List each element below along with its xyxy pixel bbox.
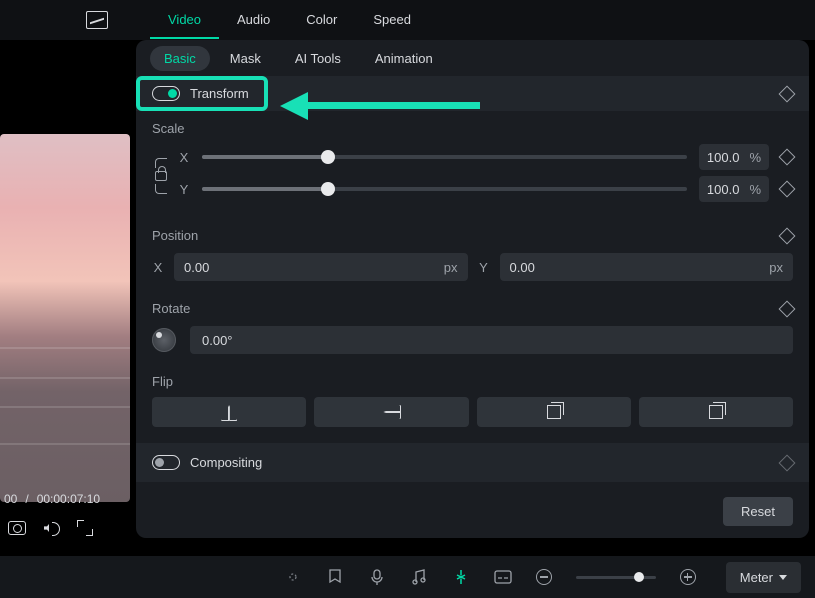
transform-section-header: Transform — [136, 76, 809, 111]
scale-x-value[interactable]: 100.0% — [699, 144, 769, 170]
scale-lock[interactable] — [152, 158, 170, 194]
flip-copy1-button[interactable] — [477, 397, 631, 427]
rotate-keyframe-icon[interactable] — [779, 300, 796, 317]
scale-x-keyframe-icon[interactable] — [779, 149, 796, 166]
position-label: Position — [152, 228, 198, 243]
compositing-toggle[interactable] — [152, 455, 180, 470]
zoom-out-button[interactable] — [536, 569, 552, 585]
tab-audio[interactable]: Audio — [219, 2, 288, 39]
snapshot-icon[interactable] — [8, 521, 26, 535]
zoom-in-button[interactable] — [680, 569, 696, 585]
lock-icon — [155, 171, 167, 181]
flip-vertical-button[interactable] — [314, 397, 468, 427]
top-strip: Video Audio Color Speed — [0, 0, 815, 40]
pos-y-axis-label: Y — [478, 260, 490, 275]
sub-tabs: Basic Mask AI Tools Animation — [136, 40, 809, 76]
scale-y-slider[interactable] — [202, 187, 687, 191]
compositing-keyframe-icon[interactable] — [779, 454, 796, 471]
cut-icon[interactable] — [452, 568, 470, 586]
bottom-toolbar: Meter — [0, 556, 815, 598]
scale-y-keyframe-icon[interactable] — [779, 181, 796, 198]
volume-icon[interactable] — [44, 520, 60, 536]
compositing-section-header: Compositing — [136, 443, 809, 482]
rotate-section: Rotate 0.00° — [136, 291, 809, 364]
tab-color[interactable]: Color — [288, 2, 355, 39]
main-tabs: Video Audio Color Speed — [150, 2, 429, 39]
fullscreen-icon[interactable] — [78, 521, 92, 535]
position-section: Position X 0.00px Y 0.00px — [136, 218, 809, 291]
adjust-icon[interactable] — [284, 568, 302, 586]
reset-button[interactable]: Reset — [723, 497, 793, 526]
zoom-slider[interactable] — [576, 576, 656, 579]
image-overlay-icon[interactable] — [86, 11, 108, 29]
scale-x-slider[interactable] — [202, 155, 687, 159]
rotate-dial[interactable] — [152, 328, 176, 352]
position-y-input[interactable]: 0.00px — [500, 253, 794, 281]
caption-icon[interactable] — [494, 568, 512, 586]
pos-x-axis-label: X — [152, 260, 164, 275]
timecode-readout: 00 / 00:00:07:10 — [4, 492, 128, 506]
flip-label: Flip — [152, 374, 793, 389]
tab-video[interactable]: Video — [150, 2, 219, 39]
subtab-mask[interactable]: Mask — [216, 46, 275, 71]
preview-video[interactable] — [0, 134, 130, 502]
meter-dropdown[interactable]: Meter — [726, 562, 801, 593]
transform-keyframe-icon[interactable] — [779, 85, 796, 102]
time-current: 00 — [4, 492, 17, 506]
compositing-label: Compositing — [190, 455, 262, 470]
subtab-animation[interactable]: Animation — [361, 46, 447, 71]
position-x-input[interactable]: 0.00px — [174, 253, 468, 281]
inspector-panel: Transform Scale X 100.0% — [136, 76, 809, 538]
tab-speed[interactable]: Speed — [355, 2, 429, 39]
scale-label: Scale — [152, 121, 793, 136]
marker-icon[interactable] — [326, 568, 344, 586]
rotate-label: Rotate — [152, 301, 190, 316]
time-total: 00:00:07:10 — [37, 492, 100, 506]
flip-horizontal-icon — [221, 405, 237, 419]
chevron-down-icon — [779, 575, 787, 580]
transform-toggle[interactable] — [152, 86, 180, 101]
subtab-basic[interactable]: Basic — [150, 46, 210, 71]
meter-label: Meter — [740, 570, 773, 585]
preview-pane: 00 / 00:00:07:10 — [0, 76, 132, 544]
flip-vertical-icon — [383, 405, 399, 419]
flip-horizontal-button[interactable] — [152, 397, 306, 427]
transform-label: Transform — [190, 86, 249, 101]
rotate-value-input[interactable]: 0.00° — [190, 326, 793, 354]
scale-section: Scale X 100.0% Y — [136, 111, 809, 218]
copy-icon — [547, 405, 561, 419]
scale-y-axis-label: Y — [178, 182, 190, 197]
scale-x-axis-label: X — [178, 150, 190, 165]
scale-y-value[interactable]: 100.0% — [699, 176, 769, 202]
flip-section: Flip — [136, 364, 809, 437]
position-keyframe-icon[interactable] — [779, 227, 796, 244]
music-icon[interactable] — [410, 568, 428, 586]
time-sep: / — [25, 492, 28, 506]
mic-icon[interactable] — [368, 568, 386, 586]
flip-copy2-button[interactable] — [639, 397, 793, 427]
copy-icon — [709, 405, 723, 419]
subtab-ai-tools[interactable]: AI Tools — [281, 46, 355, 71]
